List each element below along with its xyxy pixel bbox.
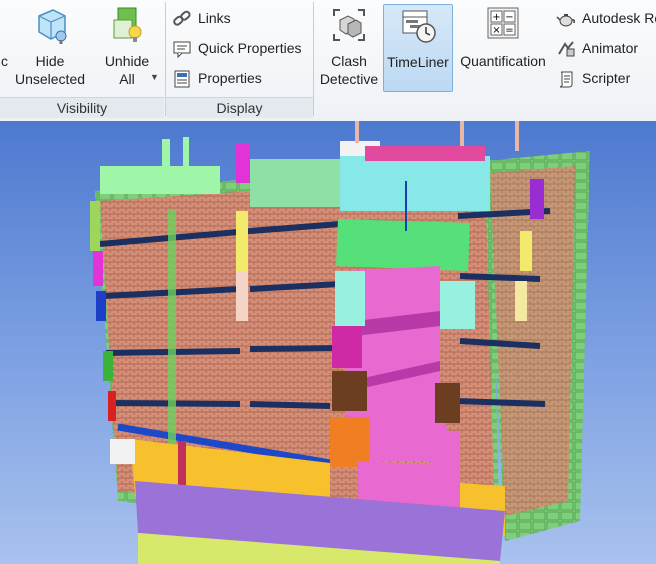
- script-scroll-icon: [559, 71, 573, 88]
- calculator-icon: + − × =: [487, 7, 519, 39]
- panel-separator: [313, 2, 314, 116]
- quantification-label: Quantification: [460, 53, 546, 69]
- timeliner-button[interactable]: TimeLiner: [383, 4, 453, 92]
- hide-unselected-label: Hide Unselected: [14, 53, 86, 87]
- building-model-icon[interactable]: [0, 121, 656, 564]
- quick-properties-button[interactable]: Quick Properties: [172, 36, 301, 60]
- timeliner-label: TimeLiner: [387, 54, 449, 70]
- autodesk-rendering-label: Autodesk Re: [582, 10, 656, 26]
- clash-detective-label: Clash Detective: [319, 53, 379, 87]
- timeliner-icon: [402, 10, 436, 43]
- scripter-button[interactable]: Scripter: [556, 66, 630, 90]
- visibility-panel-label: Visibility: [0, 97, 164, 118]
- hide-unselected-icon: [38, 9, 67, 44]
- properties-button[interactable]: Properties: [172, 66, 262, 90]
- scripter-label: Scripter: [582, 70, 631, 86]
- properties-label: Properties: [198, 70, 262, 86]
- ribbon: c Hide Unselected Unhide All ▼ Visibilit…: [0, 0, 656, 122]
- svg-text:+: +: [492, 12, 500, 23]
- teapot-icon: [556, 14, 575, 27]
- link-chain-icon: [173, 11, 191, 26]
- properties-icon: [174, 70, 190, 88]
- chevron-down-icon[interactable]: ▼: [150, 68, 159, 86]
- quick-properties-label: Quick Properties: [198, 40, 302, 56]
- display-panel-label: Display: [166, 97, 313, 118]
- svg-text:−: −: [505, 12, 513, 23]
- 3d-viewport[interactable]: [0, 121, 656, 564]
- autodesk-rendering-button[interactable]: Autodesk Re: [556, 6, 656, 30]
- svg-text:=: =: [505, 25, 513, 36]
- hide-unselected-button[interactable]: Hide Unselected: [12, 4, 88, 90]
- animator-label: Animator: [582, 40, 639, 56]
- partial-visibility-label: c: [1, 53, 8, 69]
- links-button[interactable]: Links: [172, 6, 231, 30]
- clash-detective-icon: [333, 9, 365, 41]
- quantification-button[interactable]: + − × = Quantification: [455, 4, 551, 90]
- unhide-all-label: Unhide All: [104, 53, 150, 87]
- unhide-all-icon: [113, 7, 142, 42]
- clash-detective-button[interactable]: Clash Detective: [316, 4, 382, 90]
- partial-visibility-button[interactable]: c: [0, 4, 10, 90]
- unhide-all-button[interactable]: Unhide All ▼: [98, 4, 159, 90]
- quick-properties-icon: [173, 41, 191, 59]
- animator-icon: [558, 41, 575, 57]
- links-label: Links: [198, 10, 231, 26]
- svg-text:×: ×: [492, 25, 500, 36]
- animator-button[interactable]: Animator: [556, 36, 638, 60]
